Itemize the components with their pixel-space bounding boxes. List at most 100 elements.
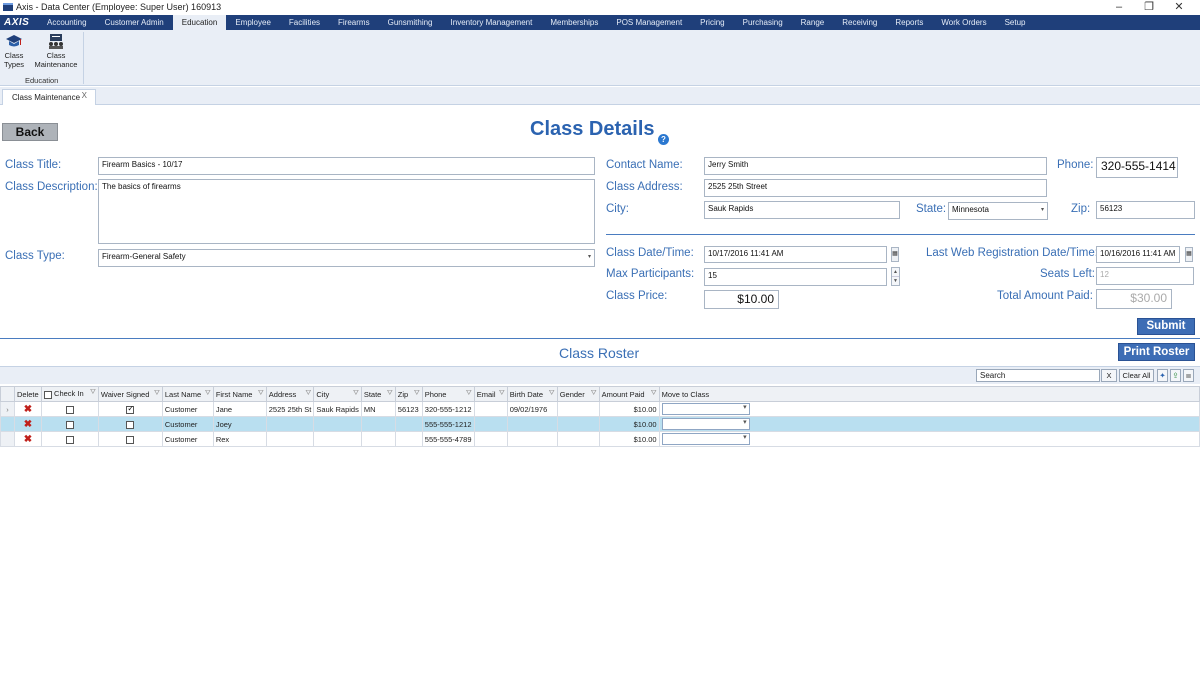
birth-date-cell[interactable] bbox=[506, 416, 558, 432]
help-icon[interactable]: ? bbox=[658, 134, 669, 145]
filter-icon[interactable]: ⛛ bbox=[154, 390, 160, 398]
move-to-class-cell[interactable] bbox=[658, 431, 1200, 447]
select-all-checkbox[interactable] bbox=[43, 390, 52, 399]
first-name-cell[interactable]: Jane bbox=[212, 401, 267, 417]
address-cell[interactable] bbox=[265, 416, 315, 432]
col-last-name[interactable]: Last Name ⛛ bbox=[161, 386, 214, 402]
filter-icon[interactable]: ⛛ bbox=[305, 390, 311, 398]
submit-button[interactable]: Submit bbox=[1137, 318, 1195, 335]
col-waiver-signed[interactable]: Waiver Signed ⛛ bbox=[97, 386, 163, 402]
move-to-class-select[interactable] bbox=[661, 433, 750, 445]
zip-cell[interactable] bbox=[394, 416, 423, 432]
class-title-input[interactable]: Firearm Basics - 10/17 bbox=[98, 157, 595, 175]
contact-name-input[interactable]: Jerry Smith bbox=[704, 157, 1047, 175]
stepper-down-icon[interactable]: ▼ bbox=[892, 277, 899, 286]
col-email[interactable]: Email ⛛ bbox=[473, 386, 508, 402]
stepper-up-icon[interactable]: ▲ bbox=[892, 268, 899, 277]
class-datetime-input[interactable]: 10/17/2016 11:41 AM bbox=[704, 246, 887, 263]
delete-icon[interactable]: ✖ bbox=[13, 431, 42, 447]
class-price-input[interactable]: $10.00 bbox=[704, 290, 779, 309]
menu-setup[interactable]: Setup bbox=[996, 15, 1035, 30]
class-maintenance-button[interactable]: Class Maintenance bbox=[33, 33, 79, 69]
menu-pricing[interactable]: Pricing bbox=[691, 15, 733, 30]
tab-close-button[interactable]: X bbox=[82, 91, 87, 100]
col-birth-date[interactable]: Birth Date ⛛ bbox=[506, 386, 558, 402]
col-move-to-class[interactable]: Move to Class bbox=[658, 386, 1200, 402]
filter-icon[interactable]: ⛛ bbox=[651, 390, 657, 398]
menu-purchasing[interactable]: Purchasing bbox=[734, 15, 792, 30]
search-clear-button[interactable]: X bbox=[1101, 369, 1117, 382]
gender-cell[interactable] bbox=[556, 431, 600, 447]
filter-icon[interactable]: ⛛ bbox=[414, 390, 420, 398]
menu-inventory-management[interactable]: Inventory Management bbox=[442, 15, 542, 30]
menu-facilities[interactable]: Facilities bbox=[280, 15, 329, 30]
print-roster-button[interactable]: Print Roster bbox=[1118, 343, 1195, 361]
gender-cell[interactable] bbox=[556, 401, 600, 417]
city-input[interactable]: Sauk Rapids bbox=[704, 201, 900, 219]
menu-employee[interactable]: Employee bbox=[226, 15, 280, 30]
check-in-checkbox[interactable] bbox=[40, 416, 99, 432]
calendar-icon[interactable]: ▦ bbox=[1185, 247, 1193, 262]
menu-receiving[interactable]: Receiving bbox=[833, 15, 886, 30]
email-cell[interactable] bbox=[473, 401, 508, 417]
state-select[interactable]: Minnesota ▾ bbox=[948, 202, 1048, 220]
col-address[interactable]: Address ⛛ bbox=[265, 386, 315, 402]
table-row[interactable]: › ✖ Customer Jane 2525 25th St Sauk Rapi… bbox=[0, 401, 1200, 417]
delete-icon[interactable]: ✖ bbox=[13, 401, 42, 417]
phone-cell[interactable]: 555-555-1212 bbox=[421, 416, 475, 432]
first-name-cell[interactable]: Joey bbox=[212, 416, 267, 432]
state-cell[interactable] bbox=[360, 431, 396, 447]
col-gender[interactable]: Gender ⛛ bbox=[556, 386, 600, 402]
menu-customer-admin[interactable]: Customer Admin bbox=[96, 15, 173, 30]
move-to-class-cell[interactable] bbox=[658, 416, 1200, 432]
state-cell[interactable] bbox=[360, 416, 396, 432]
last-web-reg-input[interactable]: 10/16/2016 11:41 AM bbox=[1096, 246, 1180, 263]
table-row[interactable]: ✖ Customer Joey 555-555-1212 $10.00 bbox=[0, 416, 1200, 432]
class-types-button[interactable]: Class Types bbox=[3, 33, 25, 69]
filter-icon[interactable]: ⛛ bbox=[387, 390, 393, 398]
menu-reports[interactable]: Reports bbox=[886, 15, 932, 30]
minimize-button[interactable]: – bbox=[1104, 0, 1134, 14]
check-in-checkbox[interactable] bbox=[40, 401, 99, 417]
last-name-cell[interactable]: Customer bbox=[161, 416, 214, 432]
menu-firearms[interactable]: Firearms bbox=[329, 15, 379, 30]
table-row[interactable]: ✖ Customer Rex 555-555-4789 $10.00 bbox=[0, 431, 1200, 447]
state-cell[interactable]: MN bbox=[360, 401, 396, 417]
pin-icon[interactable]: ✦ bbox=[1157, 369, 1168, 382]
calendar-icon[interactable]: ▦ bbox=[891, 247, 899, 262]
col-zip[interactable]: Zip ⛛ bbox=[394, 386, 423, 402]
amount-paid-cell[interactable]: $10.00 bbox=[598, 401, 660, 417]
col-city[interactable]: City ⛛ bbox=[313, 386, 362, 402]
menu-education[interactable]: Education bbox=[172, 15, 227, 30]
phone-cell[interactable]: 320-555-1212 bbox=[421, 401, 475, 417]
max-participants-input[interactable]: 15 bbox=[704, 268, 887, 286]
move-to-class-cell[interactable] bbox=[658, 401, 1200, 417]
menu-accounting[interactable]: Accounting bbox=[38, 15, 96, 30]
search-input[interactable]: Search bbox=[976, 369, 1100, 382]
quantity-stepper[interactable]: ▲ ▼ bbox=[891, 267, 900, 286]
email-cell[interactable] bbox=[473, 416, 508, 432]
col-first-name[interactable]: First Name ⛛ bbox=[212, 386, 267, 402]
birth-date-cell[interactable]: 09/02/1976 bbox=[506, 401, 558, 417]
column-chooser-icon[interactable]: ≣ bbox=[1183, 369, 1194, 382]
filter-icon[interactable]: ⛛ bbox=[466, 390, 472, 398]
city-cell[interactable] bbox=[313, 431, 362, 447]
export-icon[interactable]: ⇪ bbox=[1170, 369, 1181, 382]
maximize-button[interactable]: ❐ bbox=[1134, 0, 1164, 14]
clear-all-button[interactable]: Clear All bbox=[1119, 369, 1154, 382]
filter-icon[interactable]: ⛛ bbox=[499, 390, 505, 398]
amount-paid-cell[interactable]: $10.00 bbox=[598, 431, 660, 447]
city-cell[interactable]: Sauk Rapids bbox=[313, 401, 362, 417]
phone-input[interactable]: 320-555-1414 bbox=[1096, 157, 1178, 178]
col-amount-paid[interactable]: Amount Paid ⛛ bbox=[598, 386, 660, 402]
col-state[interactable]: State ⛛ bbox=[360, 386, 396, 402]
move-to-class-select[interactable] bbox=[661, 418, 750, 430]
back-button[interactable]: Back bbox=[2, 123, 58, 141]
col-delete[interactable]: Delete bbox=[13, 386, 42, 402]
city-cell[interactable] bbox=[313, 416, 362, 432]
filter-icon[interactable]: ⛛ bbox=[258, 390, 264, 398]
menu-pos-management[interactable]: POS Management bbox=[607, 15, 691, 30]
close-button[interactable]: ✕ bbox=[1164, 0, 1194, 14]
waiver-checkbox[interactable] bbox=[97, 416, 163, 432]
tab-class-maintenance[interactable]: Class Maintenance X bbox=[2, 89, 96, 105]
